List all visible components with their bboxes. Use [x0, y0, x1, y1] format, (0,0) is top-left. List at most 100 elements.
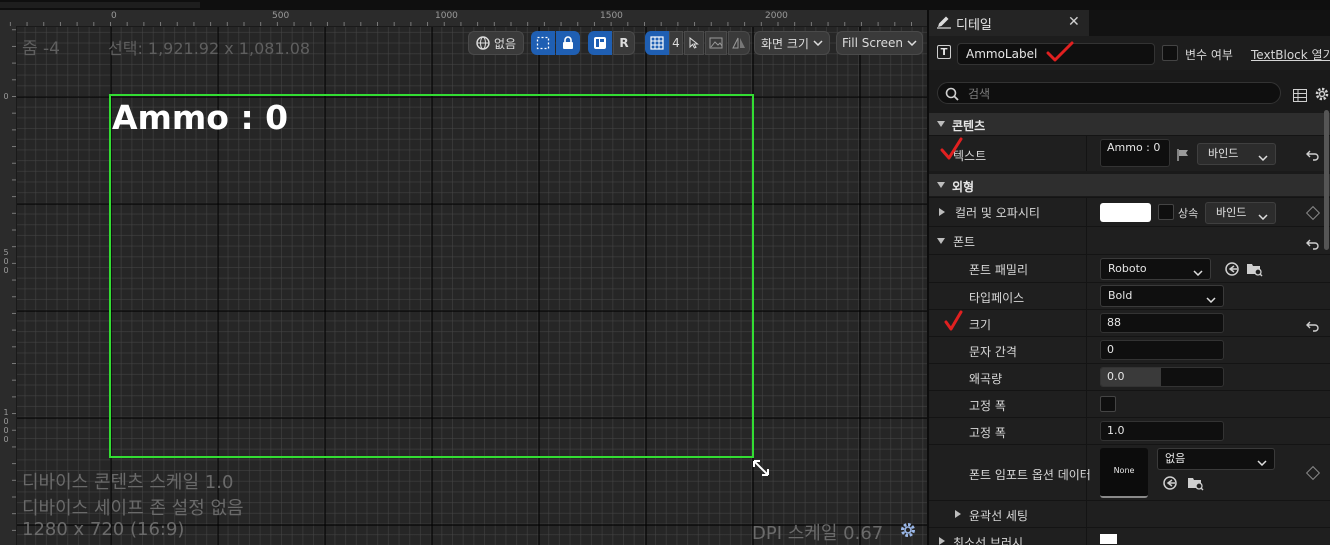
- respect-locks-button[interactable]: R: [613, 31, 635, 55]
- details-scrollbar[interactable]: [1324, 110, 1329, 250]
- font-family-value: Roboto: [1108, 262, 1147, 275]
- keyframe-diamond-icon[interactable]: [1305, 205, 1321, 221]
- ammo-text-block[interactable]: Ammo : 0: [112, 98, 288, 137]
- zoom-level: 줌 -4: [22, 39, 60, 59]
- fixed-width-label: 고정 폭: [969, 399, 1006, 413]
- dpi-scale-label: DPI 스케일 0.67: [752, 523, 884, 544]
- tab-details[interactable]: 디테일 ✕: [929, 10, 1089, 36]
- category-content-label: 콘텐츠: [952, 119, 986, 133]
- fill-screen-label: Fill Screen: [841, 36, 904, 50]
- column-splitter: [1086, 501, 1087, 527]
- annotation-check-icon: [940, 137, 963, 160]
- designer-viewport[interactable]: 0 500 1000 1500 2000 0 5 0 0 1 0 0 0 줌 -…: [0, 10, 927, 545]
- fill-screen-dropdown[interactable]: Fill Screen: [836, 31, 923, 55]
- gear-icon[interactable]: [899, 521, 917, 543]
- collapse-triangle-icon: [937, 238, 945, 244]
- property-row-letter-spacing: 문자 간격 0: [929, 336, 1330, 363]
- property-row-font[interactable]: 폰트: [929, 226, 1330, 254]
- lock-button[interactable]: [556, 31, 580, 55]
- close-icon[interactable]: ✕: [1068, 14, 1080, 30]
- reset-arrow-icon[interactable]: [1306, 146, 1320, 165]
- resize-handle-icon[interactable]: [752, 459, 770, 481]
- text-bind-button[interactable]: 바인드: [1197, 143, 1276, 165]
- collapse-triangle-icon: [937, 182, 945, 188]
- flag-icon[interactable]: [1176, 147, 1190, 166]
- category-appearance[interactable]: 외형: [929, 174, 1330, 196]
- ruler-label-1500: 1500: [600, 11, 623, 21]
- font-family-dropdown[interactable]: Roboto: [1100, 258, 1211, 280]
- category-content[interactable]: 콘텐츠: [929, 113, 1330, 135]
- table-view-icon[interactable]: [1293, 87, 1307, 106]
- property-row-outline: 윤곽선 세팅: [929, 500, 1330, 527]
- expand-triangle-icon[interactable]: [939, 208, 945, 216]
- browse-arrow-icon[interactable]: [1162, 475, 1178, 495]
- locale-label: 없음: [493, 36, 517, 51]
- letter-spacing-field[interactable]: 0: [1100, 340, 1224, 360]
- expand-triangle-icon[interactable]: [939, 537, 945, 545]
- textblock-icon: T: [937, 45, 951, 59]
- selection-size: 선택: 1,921.92 x 1,081.08: [108, 39, 311, 58]
- open-textblock-link[interactable]: TextBlock 열기: [1251, 46, 1330, 63]
- device-content-scale: 디바이스 콘텐츠 스케일 1.0: [22, 472, 234, 493]
- chevron-down-icon: [1258, 207, 1268, 227]
- typeface-dropdown[interactable]: Bold: [1100, 285, 1224, 307]
- search-box[interactable]: [937, 82, 1281, 104]
- property-row-font-import: 폰트 임포트 옵션 데이터 None 없음: [929, 444, 1330, 500]
- column-splitter: [1086, 418, 1087, 444]
- pencil-icon: [936, 14, 952, 33]
- locale-preview-button[interactable]: 없음: [468, 31, 524, 55]
- brush-swatch[interactable]: [1100, 534, 1117, 544]
- layout-button[interactable]: [588, 31, 612, 55]
- typeface-value: Bold: [1108, 289, 1133, 302]
- mirror-button[interactable]: [728, 31, 750, 55]
- font-group-label: 폰트: [953, 235, 976, 249]
- resolution-label: 1280 x 720 (16:9): [22, 519, 185, 540]
- fixed-width-checkbox[interactable]: [1100, 396, 1116, 412]
- settings-gear-icon[interactable]: [1314, 86, 1330, 106]
- layout-icon: [593, 36, 607, 50]
- asset-thumbnail[interactable]: None: [1100, 448, 1148, 498]
- column-splitter: [1086, 310, 1087, 336]
- details-panel: 디테일 ✕ T AmmoLabel 변수 여부 TextBlock 열기 콘텐츠…: [927, 10, 1330, 545]
- folder-search-icon[interactable]: [1187, 475, 1205, 495]
- dashed-box-icon: [536, 36, 550, 50]
- screen-size-dropdown[interactable]: 화면 크기: [754, 31, 830, 55]
- reset-arrow-icon[interactable]: [1306, 235, 1320, 254]
- ruler-label-500: 500: [272, 11, 290, 21]
- outline-settings-label: 윤곽선 세팅: [969, 509, 1029, 523]
- cursor-icon: [689, 37, 699, 49]
- grid-snap-button[interactable]: [645, 31, 669, 55]
- column-splitter: [1086, 337, 1087, 363]
- inherit-checkbox[interactable]: [1158, 204, 1174, 220]
- ruler-horizontal: 0 500 1000 1500 2000: [0, 10, 927, 27]
- browse-arrow-icon[interactable]: [1224, 261, 1240, 281]
- lock-icon: [562, 36, 574, 50]
- skew-slider-field[interactable]: 0.0: [1100, 367, 1224, 387]
- chevron-down-icon: [1257, 453, 1267, 473]
- pointer-mode-button[interactable]: [684, 31, 704, 55]
- size-value-field[interactable]: 88: [1100, 313, 1224, 333]
- color-swatch[interactable]: [1100, 203, 1151, 222]
- font-import-dropdown[interactable]: 없음: [1157, 448, 1275, 470]
- picture-icon: [709, 37, 723, 49]
- reset-arrow-icon[interactable]: [1306, 317, 1320, 336]
- chevron-down-icon: [907, 40, 917, 46]
- folder-search-icon[interactable]: [1246, 261, 1264, 281]
- mirror-icon: [732, 37, 746, 49]
- marquee-select-button[interactable]: [531, 31, 555, 55]
- fixed-width-value-field[interactable]: 1.0: [1100, 421, 1224, 441]
- column-splitter: [1086, 255, 1087, 282]
- text-value-field[interactable]: Ammo : 0: [1100, 139, 1170, 167]
- chevron-down-icon: [1193, 263, 1203, 283]
- property-row-text: 텍스트 Ammo : 0 바인드: [929, 135, 1330, 171]
- canvas-panel-bounds[interactable]: [109, 94, 754, 458]
- color-bind-button[interactable]: 바인드: [1205, 202, 1276, 224]
- bind-label: 바인드: [1216, 206, 1247, 219]
- grid-size-value[interactable]: 4: [669, 31, 683, 55]
- expand-triangle-icon[interactable]: [955, 510, 961, 518]
- search-input[interactable]: [966, 85, 1270, 103]
- keyframe-diamond-icon[interactable]: [1305, 465, 1321, 481]
- is-variable-checkbox[interactable]: [1162, 45, 1178, 61]
- image-preview-button[interactable]: [705, 31, 727, 55]
- column-splitter: [1086, 227, 1087, 254]
